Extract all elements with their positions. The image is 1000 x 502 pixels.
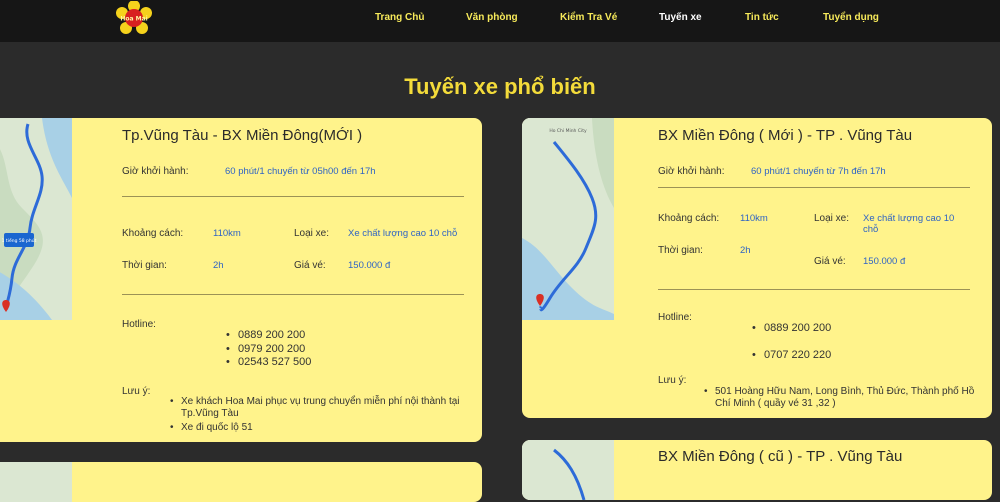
distance-value: 110km xyxy=(213,228,241,239)
departure-label: Giờ khởi hành: xyxy=(658,166,725,177)
vehicle-type-label: Loại xe: xyxy=(294,228,330,239)
distance-label: Khoảng cách: xyxy=(658,213,720,224)
distance-label: Khoảng cách: xyxy=(122,228,184,239)
hotline-number[interactable]: 0889 200 200 xyxy=(752,322,831,334)
vehicle-type-label: Loại xe: xyxy=(814,213,850,224)
map-city-label: Ho Chi Minh City xyxy=(549,128,587,134)
nav-check-ticket[interactable]: Kiểm Tra Vé xyxy=(560,12,617,23)
duration-value: 2h xyxy=(740,245,751,256)
section-title: Tuyến xe phổ biến xyxy=(404,74,596,99)
route-map[interactable]: Ho Chi Minh City xyxy=(522,118,614,320)
price-value: 150.000 đ xyxy=(863,256,906,267)
departure-label: Giờ khởi hành: xyxy=(122,166,189,177)
price-label: Giá vé: xyxy=(814,256,846,267)
route-title[interactable]: BX Miền Đông ( cũ ) - TP . Vũng Tàu xyxy=(658,448,902,465)
vehicle-type-value: Xe chất lượng cao 10 xyxy=(863,213,955,224)
route-map[interactable] xyxy=(0,462,72,502)
hotline-number[interactable]: 0979 200 200 xyxy=(226,343,305,355)
divider xyxy=(658,289,970,290)
divider xyxy=(122,294,464,295)
nav-routes[interactable]: Tuyến xe xyxy=(659,12,702,23)
price-value: 150.000 đ xyxy=(348,260,391,271)
nav-news[interactable]: Tin tức xyxy=(745,12,779,23)
route-card-vungtau-mien-dong: 1 tiếng 58 phút Tp.Vũng Tàu - BX Miền Đô… xyxy=(0,118,482,442)
route-title[interactable]: Tp.Vũng Tàu - BX Miền Đông(MỚI ) xyxy=(122,127,362,144)
duration-label: Thời gian: xyxy=(658,245,703,256)
route-map[interactable] xyxy=(522,440,614,500)
logo-text: Hoa Mai xyxy=(120,16,147,23)
notes-label: Lưu ý: xyxy=(658,375,687,386)
vehicle-type-value: Xe chất lượng cao 10 chỗ xyxy=(348,228,458,239)
hotline-label: Hotline: xyxy=(122,319,156,330)
divider xyxy=(658,187,970,188)
hotline-number[interactable]: 02543 527 500 xyxy=(226,356,311,368)
duration-value: 2h xyxy=(213,260,224,271)
nav-offices[interactable]: Văn phòng xyxy=(466,12,518,23)
nav-home[interactable]: Trang Chủ xyxy=(375,12,424,23)
route-card-partial xyxy=(0,462,482,502)
price-label: Giá vé: xyxy=(294,260,326,271)
distance-value: 110km xyxy=(740,213,768,224)
note-item: 501 Hoàng Hữu Nam, Long Bình, Thủ Đức, T… xyxy=(704,386,985,410)
nav-careers[interactable]: Tuyển dụng xyxy=(823,12,879,23)
notes-label: Lưu ý: xyxy=(122,386,151,397)
route-title[interactable]: BX Miền Đông ( Mới ) - TP . Vũng Tàu xyxy=(658,127,912,144)
duration-label: Thời gian: xyxy=(122,260,167,271)
hotline-label: Hotline: xyxy=(658,312,692,323)
hotline-number[interactable]: 0707 220 220 xyxy=(752,349,831,361)
hotline-number[interactable]: 0889 200 200 xyxy=(226,329,305,341)
note-item: Xe đi quốc lộ 51 xyxy=(170,422,471,434)
route-card-mien-dong-cu-vungtau: BX Miền Đông ( cũ ) - TP . Vũng Tàu xyxy=(522,440,992,500)
map-duration-badge: 1 tiếng 58 phút xyxy=(2,237,37,244)
departure-value: 60 phút/1 chuyến từ 7h đến 17h xyxy=(751,166,886,177)
departure-value: 60 phút/1 chuyến từ 05h00 đến 17h xyxy=(225,166,376,177)
route-map[interactable]: 1 tiếng 58 phút xyxy=(0,118,72,320)
note-item: Xe khách Hoa Mai phục vụ trung chuyển mi… xyxy=(170,396,471,420)
top-navbar: Hoa Mai Trang Chủ Văn phòng Kiểm Tra Vé … xyxy=(0,0,1000,42)
vehicle-type-value-cont: chỗ xyxy=(863,224,879,235)
hoa-mai-logo[interactable]: Hoa Mai xyxy=(116,1,152,35)
divider xyxy=(122,196,464,197)
route-card-mien-dong-moi-vungtau: Ho Chi Minh City BX Miền Đông ( Mới ) - … xyxy=(522,118,992,418)
